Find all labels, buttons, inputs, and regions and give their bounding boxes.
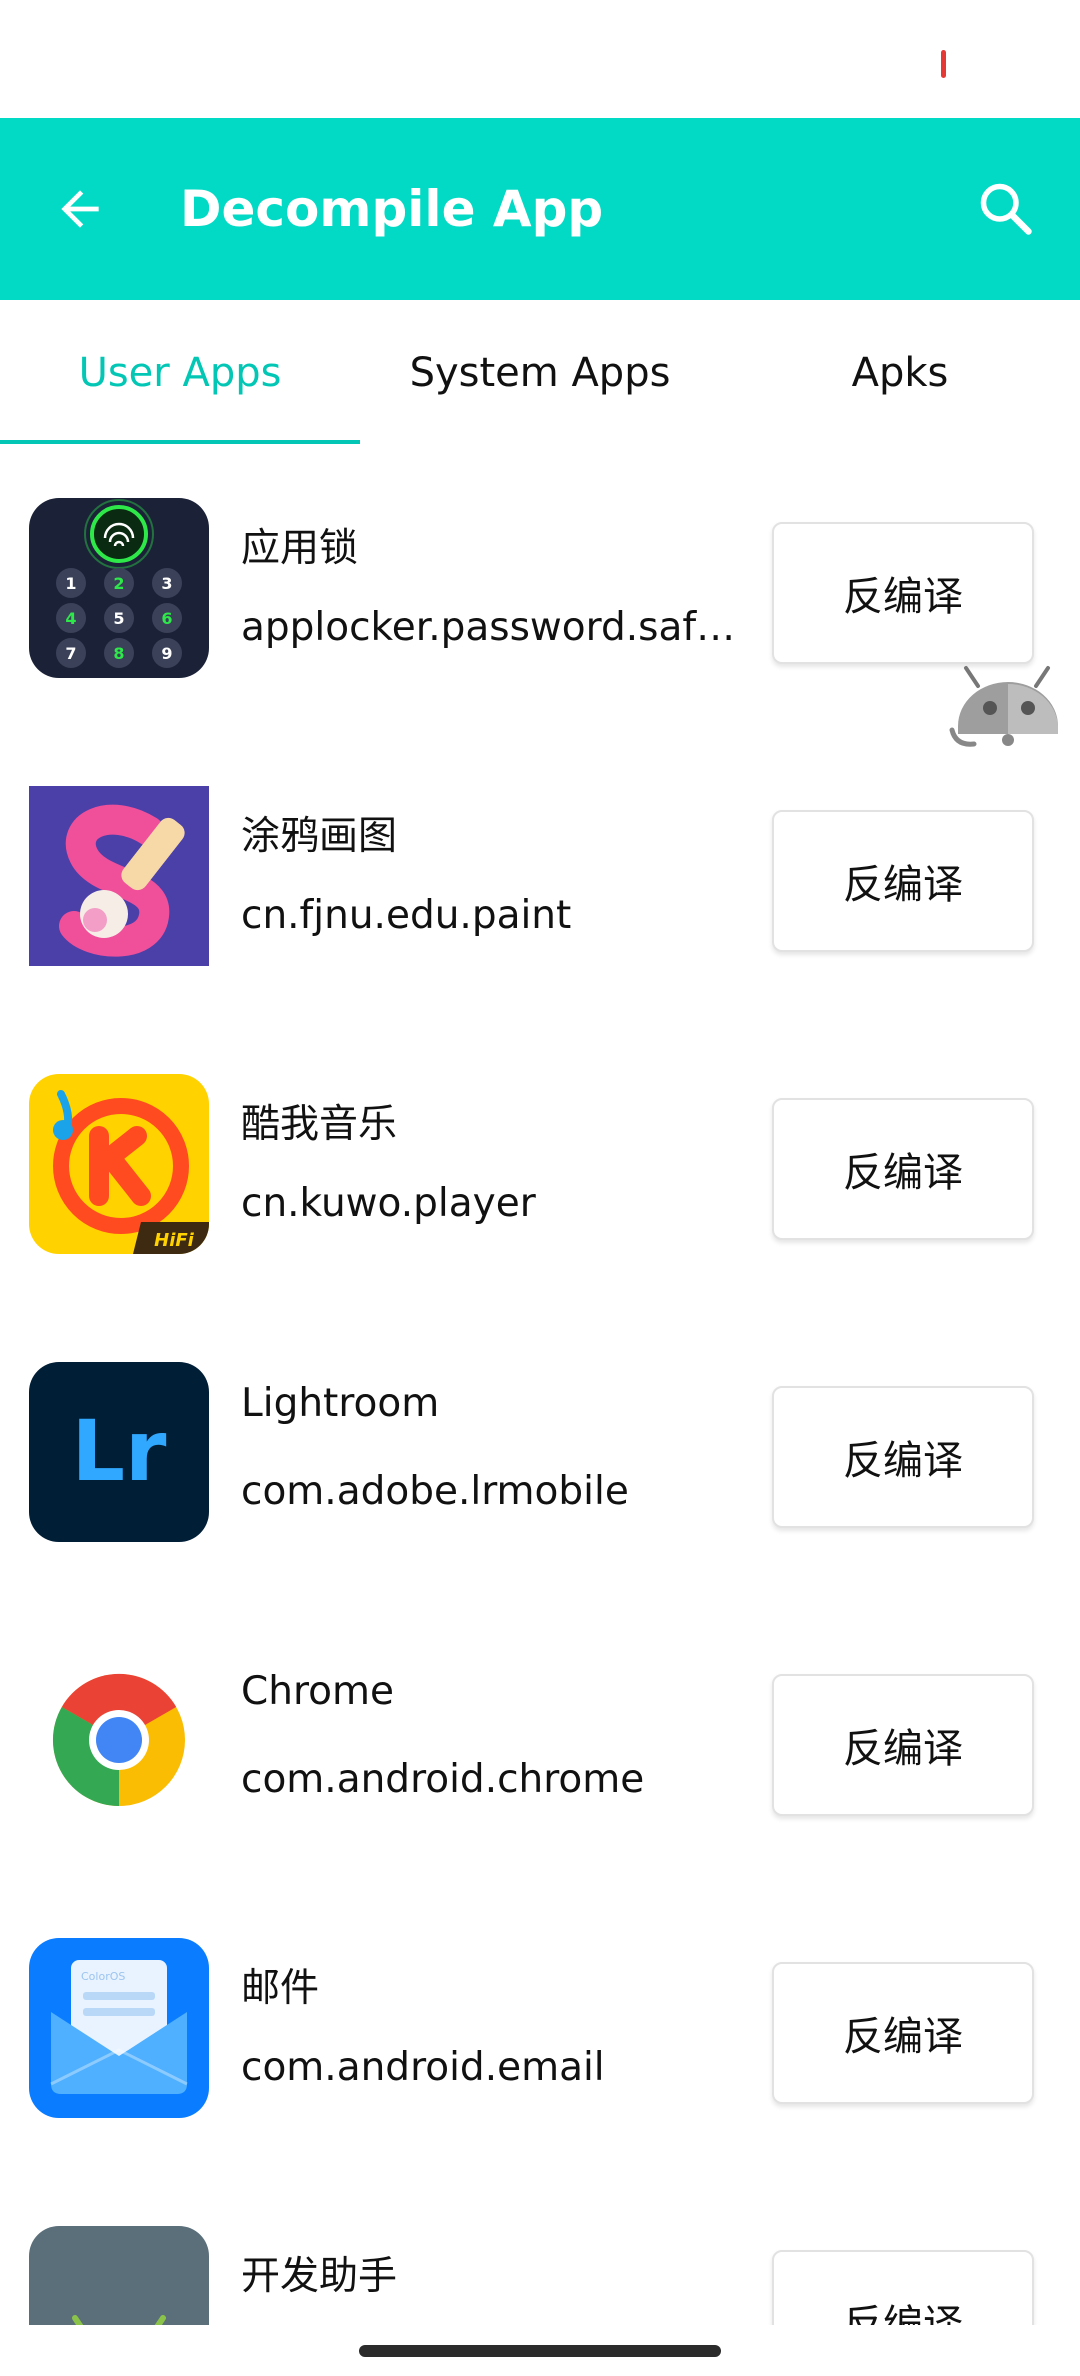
- tab-bar: User Apps System Apps Apks: [0, 300, 1080, 445]
- app-name: 邮件: [241, 1966, 320, 2011]
- paint-icon: [29, 786, 209, 966]
- app-name: 应用锁: [241, 526, 359, 571]
- app-package: com.android.email: [241, 2045, 605, 2090]
- app-package: cn.kuwo.player: [241, 1181, 536, 1226]
- app-name: 涂鸦画图: [241, 814, 398, 859]
- android-robot-icon[interactable]: [948, 664, 1068, 754]
- decompile-button[interactable]: 反编译: [772, 522, 1034, 664]
- svg-text:Lr: Lr: [72, 1402, 168, 1500]
- tab-indicator: [0, 440, 360, 444]
- list-item[interactable]: HiFi 酷我音乐 cn.kuwo.player 反编译: [0, 1021, 1080, 1309]
- decompile-button[interactable]: 反编译: [772, 1386, 1034, 1528]
- page-title: Decompile App: [180, 180, 604, 238]
- decompile-button[interactable]: 反编译: [772, 1674, 1034, 1816]
- list-item[interactable]: Chrome com.android.chrome 反编译: [0, 1597, 1080, 1885]
- dev-assistant-icon: [29, 2226, 209, 2325]
- app-name: 酷我音乐: [241, 1102, 398, 1147]
- svg-text:HiFi: HiFi: [154, 1230, 195, 1251]
- app-package: com.android.chrome: [241, 1757, 645, 1802]
- navigation-bar: [0, 2325, 1080, 2376]
- svg-text:2: 2: [113, 574, 124, 593]
- app-bar: Decompile App: [0, 118, 1080, 300]
- app-name: 开发助手: [241, 2254, 398, 2299]
- svg-text:6: 6: [161, 609, 172, 628]
- arrow-back-icon: [61, 190, 99, 228]
- list-item[interactable]: 涂鸦画图 cn.fjnu.edu.paint 反编译: [0, 733, 1080, 1021]
- tab-apks[interactable]: Apks: [720, 300, 1080, 445]
- list-item[interactable]: Lr Lightroom com.adobe.lrmobile 反编译: [0, 1309, 1080, 1597]
- home-indicator[interactable]: [359, 2345, 721, 2357]
- list-item[interactable]: 1 2 3 4 5 6 7 8 9 应用锁 applocker.password…: [0, 445, 1080, 733]
- app-lock-icon: 1 2 3 4 5 6 7 8 9: [29, 498, 209, 678]
- decompile-button[interactable]: 反编译: [772, 810, 1034, 952]
- svg-text:7: 7: [65, 644, 76, 663]
- search-button[interactable]: [966, 169, 1046, 249]
- svg-text:8: 8: [113, 644, 124, 663]
- app-package: applocker.password.safe...: [241, 605, 751, 650]
- svg-text:1: 1: [65, 574, 76, 593]
- svg-text:ColorOS: ColorOS: [81, 1970, 125, 1983]
- app-package: cn.fjnu.edu.paint: [241, 893, 572, 938]
- list-item[interactable]: ColorOS 邮件 com.android.email 反编译: [0, 1885, 1080, 2173]
- decompile-button[interactable]: 反编译: [772, 2250, 1034, 2325]
- status-bar: [0, 0, 1080, 118]
- svg-text:9: 9: [161, 644, 172, 663]
- svg-text:4: 4: [65, 609, 76, 628]
- app-name: Lightroom: [241, 1381, 440, 1426]
- app-list[interactable]: 1 2 3 4 5 6 7 8 9 应用锁 applocker.password…: [0, 445, 1080, 2325]
- svg-text:5: 5: [113, 609, 124, 628]
- chrome-icon: [29, 1650, 209, 1830]
- decompile-button[interactable]: 反编译: [772, 1098, 1034, 1240]
- search-icon: [980, 183, 1032, 235]
- email-icon: ColorOS: [29, 1938, 209, 2118]
- tab-user-apps[interactable]: User Apps: [0, 300, 360, 445]
- app-package: com.adobe.lrmobile: [241, 1469, 629, 1514]
- app-name: Chrome: [241, 1669, 394, 1714]
- list-item[interactable]: 开发助手 反编译: [0, 2173, 1080, 2325]
- status-indicator: [941, 50, 946, 78]
- lightroom-icon: Lr: [29, 1362, 209, 1542]
- tab-system-apps[interactable]: System Apps: [360, 300, 720, 445]
- decompile-button[interactable]: 反编译: [772, 1962, 1034, 2104]
- back-button[interactable]: [40, 169, 120, 249]
- svg-text:3: 3: [161, 574, 172, 593]
- kuwo-music-icon: HiFi: [29, 1074, 209, 1254]
